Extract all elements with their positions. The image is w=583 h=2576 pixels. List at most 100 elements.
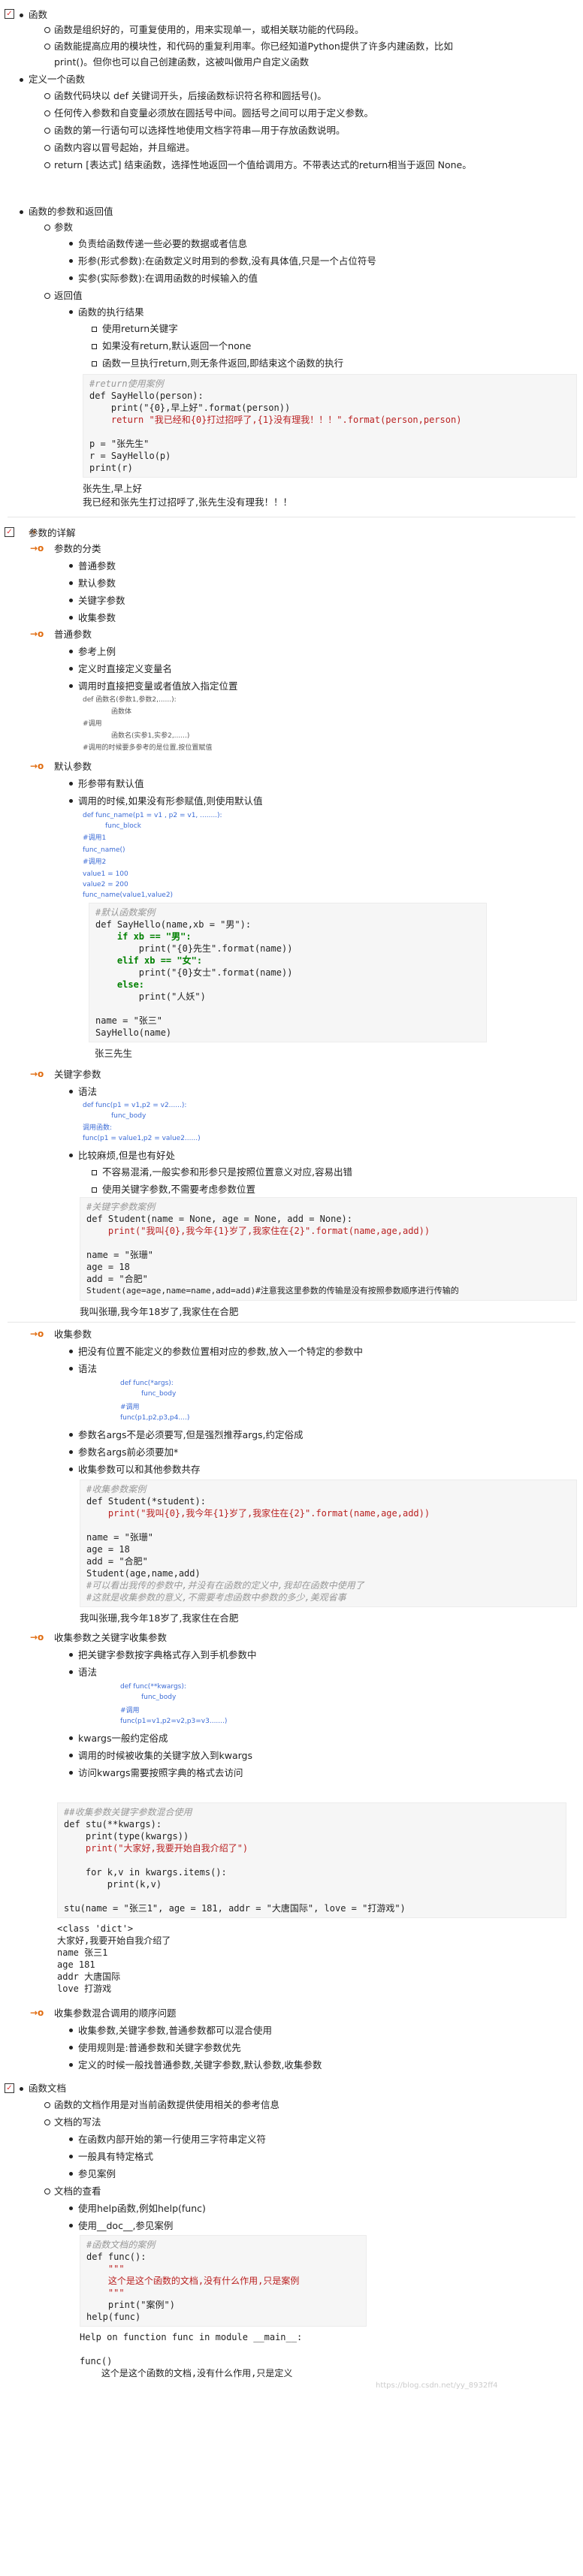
bullet-icon (69, 1670, 73, 1674)
list-item: 任何传入参数和自变量必须放在圆括号中间。圆括号之间可以用于定义参数。 (54, 107, 374, 119)
bullet-icon (44, 2188, 50, 2194)
list-item: 参见案例 (78, 2168, 116, 2179)
code-block: #函数文档的案例 def func(): """ 这个是这个函数的文档,没有什么… (80, 2235, 367, 2327)
syntax-line: 函数名(实参1,实参2,......) (111, 732, 190, 740)
list-item: 使用__doc__,参见案例 (78, 2220, 174, 2231)
syntax-line: func(p1,p2,p3,p4....) (120, 1414, 190, 1422)
list-item: 访问kwargs需要按照字典的格式去访问 (78, 1767, 243, 1778)
bullet-icon (69, 1090, 73, 1093)
output-line: 这个是这个函数的文档,没有什么作用,只是定义 (80, 2368, 293, 2378)
watermark: https://blog.csdn.net/yy_8932ff4 (376, 2381, 498, 2390)
bullet-icon (69, 1467, 73, 1471)
checkbox-icon[interactable]: ✓ (5, 2083, 14, 2093)
list-item: 在函数内部开始的第一行使用三字符串定义符 (78, 2134, 267, 2145)
code-line: ##收集参数关键字参数混合使用 (64, 1807, 192, 1817)
code-line: #收集参数案例 (86, 1484, 147, 1495)
bullet-icon (69, 1154, 73, 1157)
list-item: 形参(形式参数):在函数定义时用到的参数,没有具体值,只是一个占位符号 (78, 255, 376, 267)
list-item: 关键字参数 (54, 1069, 101, 1080)
syntax-line: 函数体 (111, 708, 132, 716)
section-title: 函数 (29, 9, 48, 20)
bullet-icon (44, 128, 50, 134)
code-line: print("我叫{0},我今年{1}岁了,我家住在{2}".format(na… (86, 1508, 430, 1519)
list-item: 收集参数,关键字参数,普通参数都可以混合使用 (78, 2025, 272, 2036)
arrow-icon: →o (30, 761, 44, 771)
bullet-icon (20, 14, 23, 17)
list-item: 收集参数 (78, 612, 116, 623)
code-line: #函数文档的案例 (86, 2240, 156, 2250)
list-item: 语法 (78, 1363, 98, 1374)
code-line: def func(): (86, 2252, 147, 2262)
code-line: print("案例") (86, 2300, 175, 2310)
code-block: ##收集参数关键字参数混合使用 def stu(**kwargs): print… (57, 1802, 566, 1918)
bullet-icon (69, 581, 73, 585)
bullet-icon (44, 93, 50, 99)
section-title: 参数的详解 (29, 527, 76, 538)
code-line: name = "张珊" (86, 1250, 154, 1260)
list-item: 语法 (78, 1086, 98, 1097)
list-item: 收集参数之关键字收集参数 (54, 1632, 168, 1643)
arrow-icon: →o (30, 543, 44, 554)
list-item: 参数名args前必须要加* (78, 1446, 179, 1458)
code-line: stu(name = "张三1", age = 181, addr = "大唐国… (64, 1903, 406, 1914)
code-line: help(func) (86, 2312, 141, 2322)
code-output: 我已经和张先生打过招呼了,张先生没有理我！！！ (83, 496, 292, 508)
bullet-icon (69, 1350, 73, 1353)
code-line: else: (95, 979, 145, 990)
list-item: return [表达式] 结束函数，选择性地返回一个值给调用方。不带表达式的re… (54, 159, 472, 170)
bullet-icon (69, 1771, 73, 1775)
code-line: print("{0}女士".format(name)) (95, 967, 293, 978)
list-item: 默认参数 (54, 761, 92, 772)
code-line: #默认函数案例 (95, 907, 156, 918)
list-item: 使用return关键字 (102, 323, 178, 334)
list-item: 把没有位置不能定义的参数位置相对应的参数,放入一个特定的参数中 (78, 1346, 363, 1357)
syntax-line: func_body (141, 1694, 177, 1701)
code-line: add = "合肥" (86, 1556, 148, 1567)
bullet-icon (69, 242, 73, 246)
bullet-icon (44, 2119, 50, 2125)
output-line: <class 'dict'> (57, 1923, 134, 1934)
output-line: love 打游戏 (57, 1983, 112, 1994)
list-item: 函数一旦执行return,则无条件返回,即结束这个函数的执行 (102, 357, 344, 369)
checkbox-icon[interactable]: ✓ (5, 9, 14, 19)
bullet-icon (69, 310, 73, 314)
bullet-icon (69, 599, 73, 602)
bullet-icon (92, 1170, 97, 1175)
list-item: 参数的分类 (54, 543, 101, 554)
syntax-line: func(p1 = value1,p2 = value2......) (83, 1135, 201, 1142)
arrow-icon: →o (30, 629, 44, 639)
code-line: def Student(*student): (86, 1496, 206, 1507)
arrow-icon: →o (30, 1069, 44, 1079)
code-block: #默认函数案例 def SayHello(name,xb = "男"): if … (89, 903, 487, 1042)
bullet-icon (69, 782, 73, 786)
bullet-icon (69, 799, 73, 803)
arrow-icon: →o (30, 1329, 44, 1339)
list-item: 实参(实际参数):在调用函数的时候输入的值 (78, 273, 258, 284)
list-item: 默认参数 (78, 578, 116, 589)
arrow-icon: →o (30, 2007, 44, 2018)
code-line: name = "张三" (95, 1015, 163, 1026)
code-line: def SayHello(name,xb = "男"): (95, 919, 252, 930)
output-line: 大家好,我要开始自我介绍了 (57, 1935, 171, 1946)
code-line: print("大家好,我要开始自我介绍了") (64, 1843, 249, 1854)
list-item: 使用规则是:普通参数和关键字参数优先 (78, 2042, 241, 2053)
list-item: 参数名args不是必须要写,但是强烈推荐args,约定俗成 (78, 1429, 304, 1440)
list-item: 参考上例 (78, 646, 116, 657)
bullet-icon (69, 2063, 73, 2067)
list-item: 普通参数 (78, 560, 116, 572)
list-item: 参数 (54, 222, 74, 233)
list-item: 调用时直接把变量或者值放入指定位置 (78, 680, 238, 692)
code-line: #关键字参数案例 (86, 1202, 156, 1212)
checkbox-icon[interactable]: ✓ (5, 527, 14, 537)
code-line: age = 18 (86, 1262, 130, 1272)
syntax-line: func_body (111, 1112, 147, 1120)
bullet-icon (69, 564, 73, 568)
document-page: ✓ 函数 函数是组织好的，可重复使用的，用来实现单一，或相关联功能的代码段。 函… (0, 0, 583, 2576)
output-line: func() (80, 2356, 113, 2366)
syntax-line: func(p1=v1,p2=v2,p3=v3.......) (120, 1718, 228, 1725)
bullet-icon (69, 2137, 73, 2141)
list-item: 语法 (78, 1667, 98, 1678)
list-item: 把关键字参数按字典格式存入到手机参数中 (78, 1649, 257, 1661)
list-item: 调用的时候,如果没有形参赋值,则使用默认值 (78, 795, 263, 807)
list-item: 函数是组织好的，可重复使用的，用来实现单一，或相关联功能的代码段。 (54, 24, 364, 35)
